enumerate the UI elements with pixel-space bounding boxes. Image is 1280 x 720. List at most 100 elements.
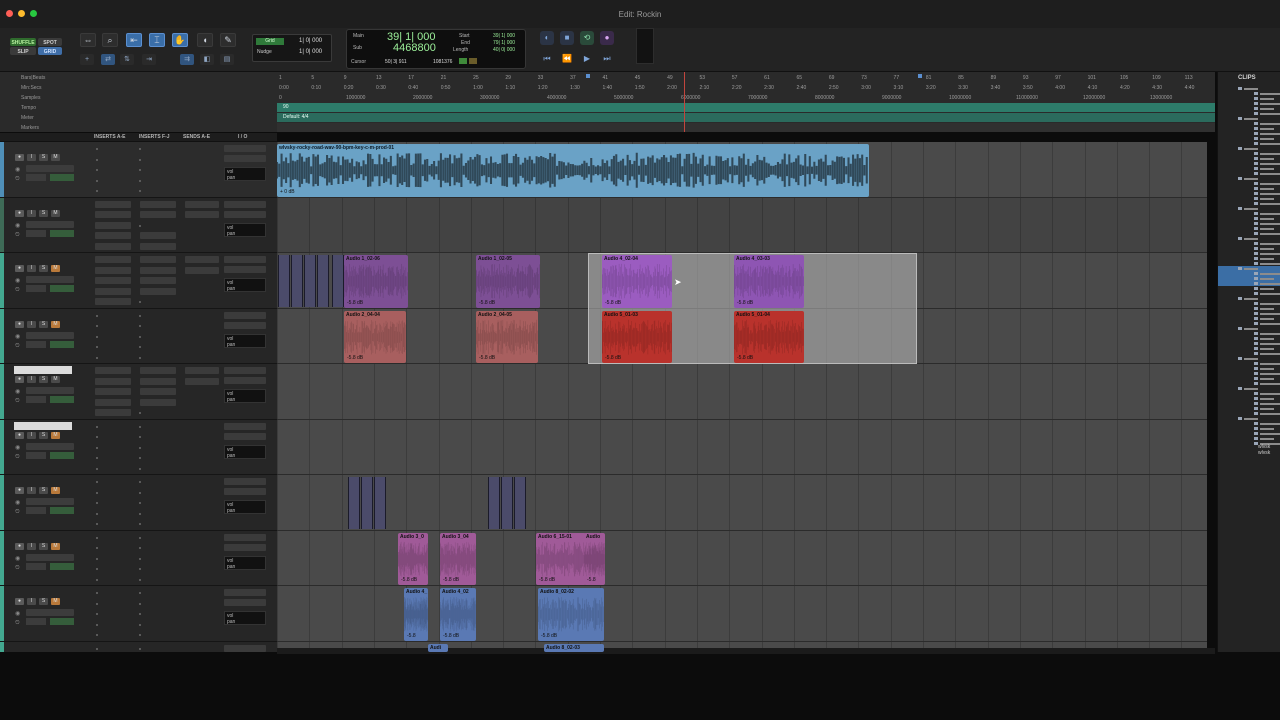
- mute-button[interactable]: M: [51, 320, 60, 328]
- automation-mode-button[interactable]: [50, 340, 74, 348]
- start-value[interactable]: 39| 1| 000: [493, 33, 515, 39]
- input-monitor-button[interactable]: I: [27, 320, 36, 328]
- markers-ruler[interactable]: [277, 123, 1215, 132]
- input-selector[interactable]: [224, 533, 266, 541]
- sends-ae-header[interactable]: SENDS A-E: [183, 134, 210, 140]
- insert-slot-f[interactable]: [140, 156, 176, 163]
- send-slot[interactable]: [185, 544, 219, 551]
- audio-clip[interactable]: Audio 4_02 -5.8 dB: [440, 588, 476, 641]
- send-slot[interactable]: [185, 377, 219, 385]
- insert-slot-f[interactable]: [140, 576, 176, 583]
- tab-to-transient-icon[interactable]: ⇉: [180, 54, 194, 65]
- track-lane[interactable]: [277, 364, 1207, 420]
- track-name[interactable]: [14, 200, 72, 208]
- volume-pan-display[interactable]: vol pan: [224, 389, 266, 403]
- track-lane[interactable]: Audio 3_0 -5.8 dB Audio 3_04 -5.8 dB Audio 6…: [277, 530, 1207, 586]
- clip-list-row[interactable]: [1218, 441, 1280, 446]
- pencil-tool-icon[interactable]: ✎: [220, 33, 236, 47]
- horizontal-scrollbar[interactable]: [277, 648, 1215, 654]
- insert-slot-a[interactable]: [95, 621, 131, 628]
- insert-slot-a[interactable]: [95, 465, 131, 472]
- track-name[interactable]: [14, 533, 72, 541]
- send-slot[interactable]: [185, 298, 219, 305]
- insert-slot-a[interactable]: [95, 166, 131, 173]
- audio-clip[interactable]: Audi: [428, 643, 448, 652]
- track-dyn-label[interactable]: [26, 285, 46, 292]
- insert-slot-a[interactable]: [95, 277, 131, 284]
- send-slot[interactable]: [185, 211, 219, 218]
- loop-record-icon[interactable]: ■: [560, 31, 574, 45]
- insert-slot-a[interactable]: [95, 177, 131, 184]
- record-enable-button[interactable]: ●: [15, 265, 24, 272]
- input-monitor-button[interactable]: I: [27, 431, 36, 439]
- send-slot[interactable]: [185, 166, 219, 173]
- track-dyn-label[interactable]: [26, 562, 46, 570]
- input-monitor-button[interactable]: I: [27, 598, 36, 605]
- insert-slot-f[interactable]: [140, 544, 176, 551]
- spot-mode-button[interactable]: SPOT: [38, 38, 62, 46]
- volume-pan-display[interactable]: vol pan: [224, 444, 266, 459]
- insert-slot-a[interactable]: [95, 333, 131, 340]
- output-selector[interactable]: [224, 266, 266, 273]
- insert-slot-f[interactable]: [140, 177, 176, 184]
- send-slot[interactable]: [185, 499, 219, 506]
- audio-clip[interactable]: Audio 4_03-03 -5.8 dB: [734, 255, 804, 308]
- send-slot[interactable]: [185, 343, 219, 350]
- insert-slot-f[interactable]: [140, 277, 176, 284]
- volume-pan-display[interactable]: vol pan: [224, 555, 266, 570]
- slip-mode-button[interactable]: SLIP: [10, 47, 36, 55]
- insert-slot-f[interactable]: [140, 444, 176, 451]
- solo-button[interactable]: S: [39, 209, 48, 217]
- grid-value[interactable]: 1| 0| 000: [299, 38, 322, 44]
- grid-mode-button[interactable]: GRID: [38, 47, 62, 55]
- mute-button[interactable]: M: [51, 598, 60, 605]
- track-view-selector[interactable]: [26, 553, 74, 561]
- audio-clip[interactable]: Audio 1_02-06 -5.8 dB: [344, 255, 408, 308]
- input-selector[interactable]: [224, 644, 266, 652]
- track-dyn-label[interactable]: [26, 229, 46, 237]
- track-header[interactable]: ● I S M ◉ ⏲ volpan: [0, 475, 277, 531]
- output-selector[interactable]: [224, 210, 266, 218]
- send-slot[interactable]: [185, 409, 219, 416]
- input-selector[interactable]: [224, 478, 266, 485]
- track-name[interactable]: [14, 421, 72, 430]
- clip-fragment[interactable]: [278, 254, 290, 307]
- insert-slot-f[interactable]: [140, 388, 176, 395]
- loop-playback-icon[interactable]: ⟲: [580, 31, 594, 45]
- sub-counter-value[interactable]: 4468800: [393, 42, 436, 54]
- input-selector[interactable]: [224, 422, 266, 430]
- send-slot[interactable]: [185, 534, 219, 541]
- track-name[interactable]: [14, 477, 72, 485]
- track-dyn-label[interactable]: [26, 174, 46, 181]
- track-view-selector[interactable]: [26, 609, 74, 616]
- grid-label[interactable]: Grid: [256, 38, 284, 45]
- track-dyn-label[interactable]: [26, 507, 46, 514]
- send-slot[interactable]: [185, 367, 219, 374]
- track-header[interactable]: ● I S M ◉ ⏲ volpan: [0, 253, 277, 309]
- insert-slot-a[interactable]: [95, 398, 131, 406]
- audio-clip[interactable]: Audio 3_04 -5.8 dB: [440, 532, 476, 585]
- track-view-selector[interactable]: [26, 387, 74, 394]
- insert-slot-f[interactable]: [140, 312, 176, 319]
- audio-clip[interactable]: Audio 4_ -5.8: [404, 588, 428, 641]
- insert-slot-a[interactable]: [95, 555, 131, 562]
- send-slot[interactable]: [185, 489, 219, 496]
- insert-slot-a[interactable]: [95, 187, 131, 194]
- insert-slot-f[interactable]: [140, 645, 176, 652]
- insert-slot-a[interactable]: [95, 211, 131, 218]
- insert-slot-f[interactable]: [140, 610, 176, 617]
- send-slot[interactable]: [185, 465, 219, 472]
- track-view-selector[interactable]: [26, 276, 74, 283]
- insert-slot-a[interactable]: [95, 266, 131, 274]
- insert-slot-f[interactable]: [140, 534, 176, 541]
- pre-roll-icon[interactable]: [459, 58, 467, 64]
- track-dyn-label[interactable]: [26, 618, 46, 625]
- rewind-to-start-icon[interactable]: ⏮: [540, 52, 554, 66]
- audio-clip[interactable]: Audio 4_02-04 -5.8 dB: [602, 255, 672, 308]
- send-slot[interactable]: [185, 555, 219, 562]
- track-dyn-label[interactable]: [26, 340, 46, 348]
- send-slot[interactable]: [185, 589, 219, 596]
- timebase-icon[interactable]: ⏲: [15, 620, 20, 627]
- track-header[interactable]: ● I S M ◉ ⏲ volpan: [0, 142, 277, 198]
- insert-slot-f[interactable]: [140, 398, 176, 406]
